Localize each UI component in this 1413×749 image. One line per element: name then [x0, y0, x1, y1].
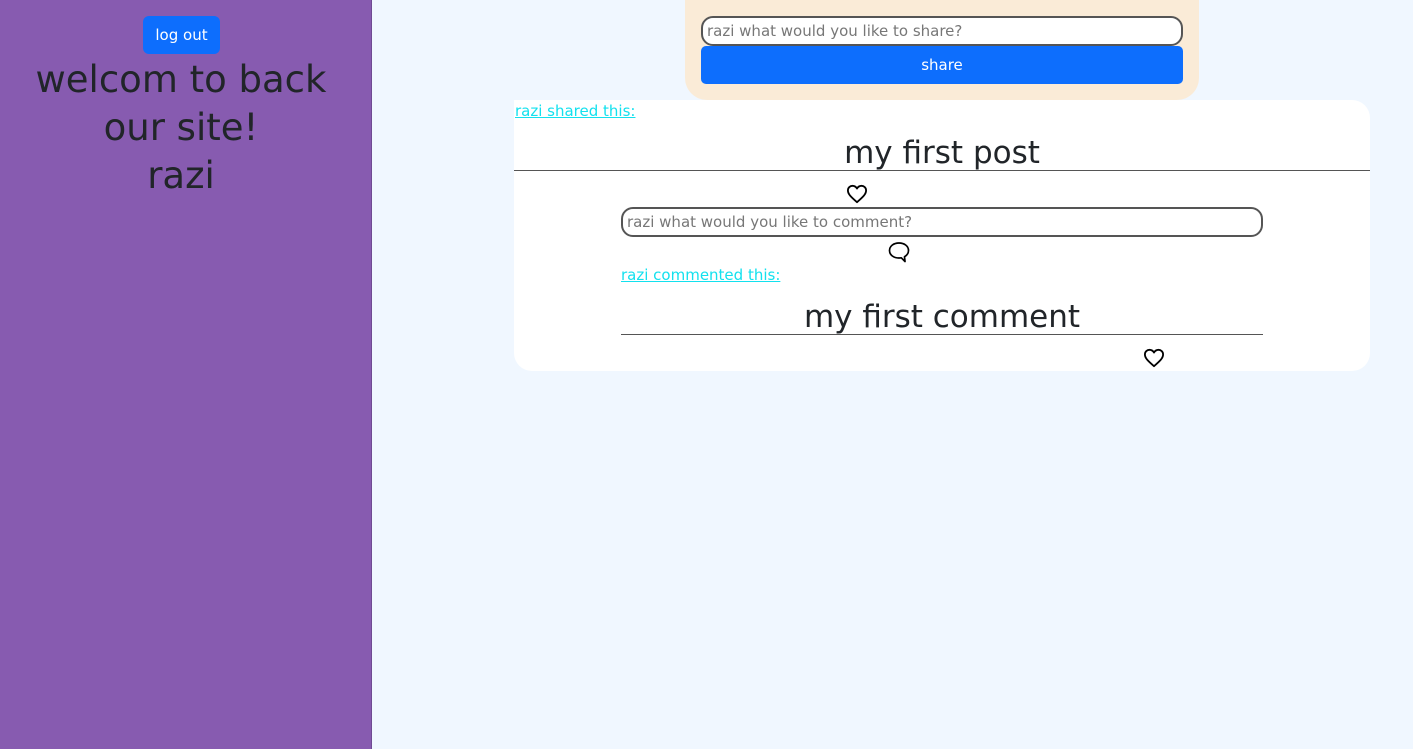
- share-input[interactable]: [701, 16, 1183, 46]
- post-divider: [514, 170, 1370, 171]
- share-box: share: [685, 0, 1199, 100]
- heart-icon[interactable]: [1143, 348, 1165, 368]
- welcome-line-2: our site!: [103, 106, 259, 149]
- comment-text: my first comment: [803, 299, 1081, 335]
- welcome-username: razi: [147, 154, 215, 197]
- sidebar: log out welcom to back our site! razi: [0, 0, 372, 749]
- post-card: razi shared this: my first post razi com…: [514, 100, 1370, 371]
- comment-author-link[interactable]: razi commented this:: [621, 266, 780, 284]
- post-title: my first post: [844, 135, 1040, 171]
- logout-button[interactable]: log out: [143, 16, 220, 54]
- heart-icon[interactable]: [846, 184, 868, 204]
- share-button[interactable]: share: [701, 46, 1183, 84]
- welcome-message: welcom to back our site! razi: [0, 56, 362, 200]
- post-author-link[interactable]: razi shared this:: [515, 102, 635, 120]
- speech-bubble-icon[interactable]: [888, 241, 910, 264]
- comment-input[interactable]: [621, 207, 1263, 237]
- welcome-line-1: welcom to back: [35, 58, 327, 101]
- comment-divider: [621, 334, 1263, 335]
